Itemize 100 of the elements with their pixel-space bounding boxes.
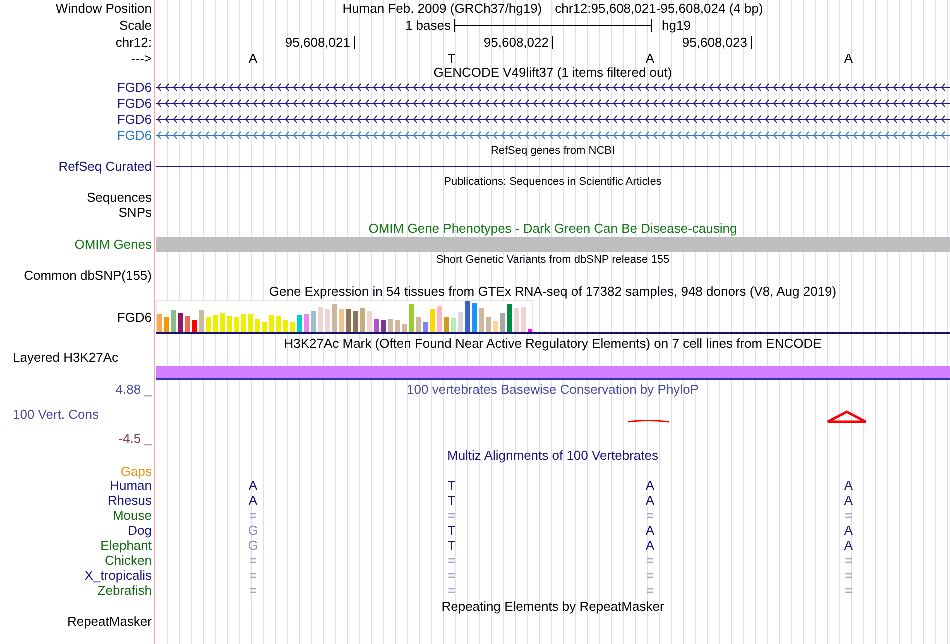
aligned-base: A (844, 493, 854, 508)
track-label[interactable]: FGD6 (117, 128, 152, 142)
expression-bar[interactable] (381, 320, 386, 332)
expression-bar[interactable] (171, 310, 176, 332)
expression-bar[interactable] (479, 308, 484, 332)
track-title[interactable]: GENCODE V49lift37 (1 items filtered out) (434, 64, 672, 80)
expression-bar[interactable] (297, 315, 302, 332)
expression-bar[interactable] (157, 314, 162, 332)
aligned-base: = (448, 568, 456, 583)
expression-bar[interactable] (185, 316, 190, 332)
aligned-base: = (646, 568, 654, 583)
expression-bar[interactable] (283, 320, 288, 332)
expression-bar[interactable] (178, 313, 183, 332)
track-label[interactable]: FGD6 (117, 112, 152, 126)
coordinate-label: 95,608,023 (682, 35, 748, 50)
track-title[interactable]: Gene Expression in 54 tissues from GTEx RNA-seq of 17382 samples, 948 donors (V8, Aug 2019) (269, 284, 837, 299)
track-title[interactable]: H3K27Ac Mark (Often Found Near Active Regulatory Elements) on 7 cell lines from ENCODE (284, 336, 822, 350)
expression-bar[interactable] (500, 313, 505, 332)
track-title[interactable]: Short Genetic Variants from dbSNP release 155 (436, 254, 670, 266)
gene-line[interactable] (156, 82, 950, 92)
species-name: Rhesus (108, 493, 152, 508)
expression-bar[interactable] (388, 319, 393, 332)
track-label[interactable]: Sequences (86, 190, 152, 205)
expression-bar[interactable] (206, 317, 211, 332)
track-title[interactable]: 100 vertebrates Basewise Conservation by PhyloP (407, 382, 699, 396)
signal-bar[interactable] (156, 366, 950, 380)
track-title[interactable]: Repeating Elements by RepeatMasker (442, 598, 664, 614)
expression-bar[interactable] (234, 317, 239, 332)
expression-bar[interactable] (220, 313, 225, 332)
expression-bar[interactable] (332, 304, 337, 332)
expression-bar[interactable] (458, 312, 463, 332)
expression-bar[interactable] (318, 307, 323, 332)
expression-bar[interactable] (416, 317, 421, 332)
expression-bar[interactable] (248, 314, 253, 332)
axis-min-label: -4.5 _ (118, 431, 152, 446)
expression-bar[interactable] (395, 320, 400, 332)
track-label[interactable]: FGD6 (117, 96, 152, 110)
expression-bar[interactable] (269, 315, 274, 332)
expression-bar[interactable] (374, 319, 379, 332)
expression-bar[interactable] (241, 314, 246, 332)
expression-bar[interactable] (409, 304, 414, 332)
expression-bar[interactable] (276, 316, 281, 332)
aligned-base: A (646, 523, 655, 538)
aligned-base: T (448, 493, 456, 508)
expression-bar[interactable] (444, 317, 449, 332)
coordinate-label: 95,608,021 (285, 35, 350, 50)
expression-bar[interactable] (423, 322, 428, 332)
expression-bar[interactable] (521, 307, 526, 332)
expression-bar[interactable] (346, 309, 351, 332)
track-label[interactable]: FGD6 (117, 310, 152, 324)
track-label[interactable]: 100 Vert. Cons (13, 406, 99, 422)
track-label[interactable]: FGD6 (117, 80, 152, 94)
expression-bar[interactable] (437, 306, 442, 332)
expression-bar[interactable] (493, 321, 498, 332)
expression-bar[interactable] (367, 311, 372, 332)
expression-bar[interactable] (472, 303, 477, 332)
expression-bar[interactable] (353, 311, 358, 332)
expression-bar[interactable] (430, 309, 435, 332)
expression-bar[interactable] (451, 318, 456, 332)
axis-max-label: 4.88 _ (116, 382, 152, 396)
track-label[interactable]: OMIM Genes (74, 237, 152, 252)
expression-bar[interactable] (290, 322, 295, 332)
species-name: Elephant (100, 538, 152, 553)
track-title[interactable]: Multiz Alignments of 100 Vertebrates (447, 448, 658, 463)
track-label[interactable]: Layered H3K27Ac (13, 350, 119, 364)
tick-mark (552, 36, 553, 49)
row-label: chr12: (116, 35, 152, 50)
track-title[interactable]: RefSeq genes from NCBI (490, 144, 616, 158)
track-label[interactable]: RepeatMasker (67, 614, 152, 628)
expression-bar[interactable] (465, 301, 470, 332)
aligned-base: A (844, 478, 854, 493)
gene-feature-bar[interactable] (156, 237, 950, 252)
expression-bar[interactable] (199, 310, 204, 332)
base-letter: A (844, 51, 854, 66)
expression-bar[interactable] (213, 315, 218, 332)
expression-bar[interactable] (311, 311, 316, 332)
expression-bar[interactable] (325, 309, 330, 332)
gene-line[interactable] (156, 98, 950, 108)
assembly-label: hg19 (662, 18, 691, 33)
expression-bar[interactable] (227, 316, 232, 332)
expression-bar[interactable] (164, 317, 169, 332)
expression-bar[interactable] (507, 304, 512, 332)
expression-bar[interactable] (360, 308, 365, 332)
scale-text: 1 bases (405, 18, 451, 33)
gene-line[interactable] (156, 114, 950, 124)
expression-bar[interactable] (192, 320, 197, 332)
track-title[interactable]: OMIM Gene Phenotypes - Dark Green Can Be Disease-causing (368, 221, 738, 236)
track-label[interactable]: Common dbSNP(155) (24, 268, 152, 283)
expression-bar[interactable] (262, 322, 267, 332)
expression-bar[interactable] (486, 317, 491, 332)
expression-bar[interactable] (339, 309, 344, 332)
aligned-base: T (448, 523, 456, 538)
expression-bar[interactable] (402, 324, 407, 332)
expression-bar[interactable] (304, 314, 309, 332)
track-label[interactable]: SNPs (118, 205, 152, 220)
track-title[interactable]: Publications: Sequences in Scientific Articles (444, 176, 662, 188)
expression-bar[interactable] (255, 319, 260, 332)
expression-bar[interactable] (514, 308, 519, 332)
aligned-base: G (248, 523, 258, 538)
track-label[interactable]: RefSeq Curated (58, 159, 152, 174)
